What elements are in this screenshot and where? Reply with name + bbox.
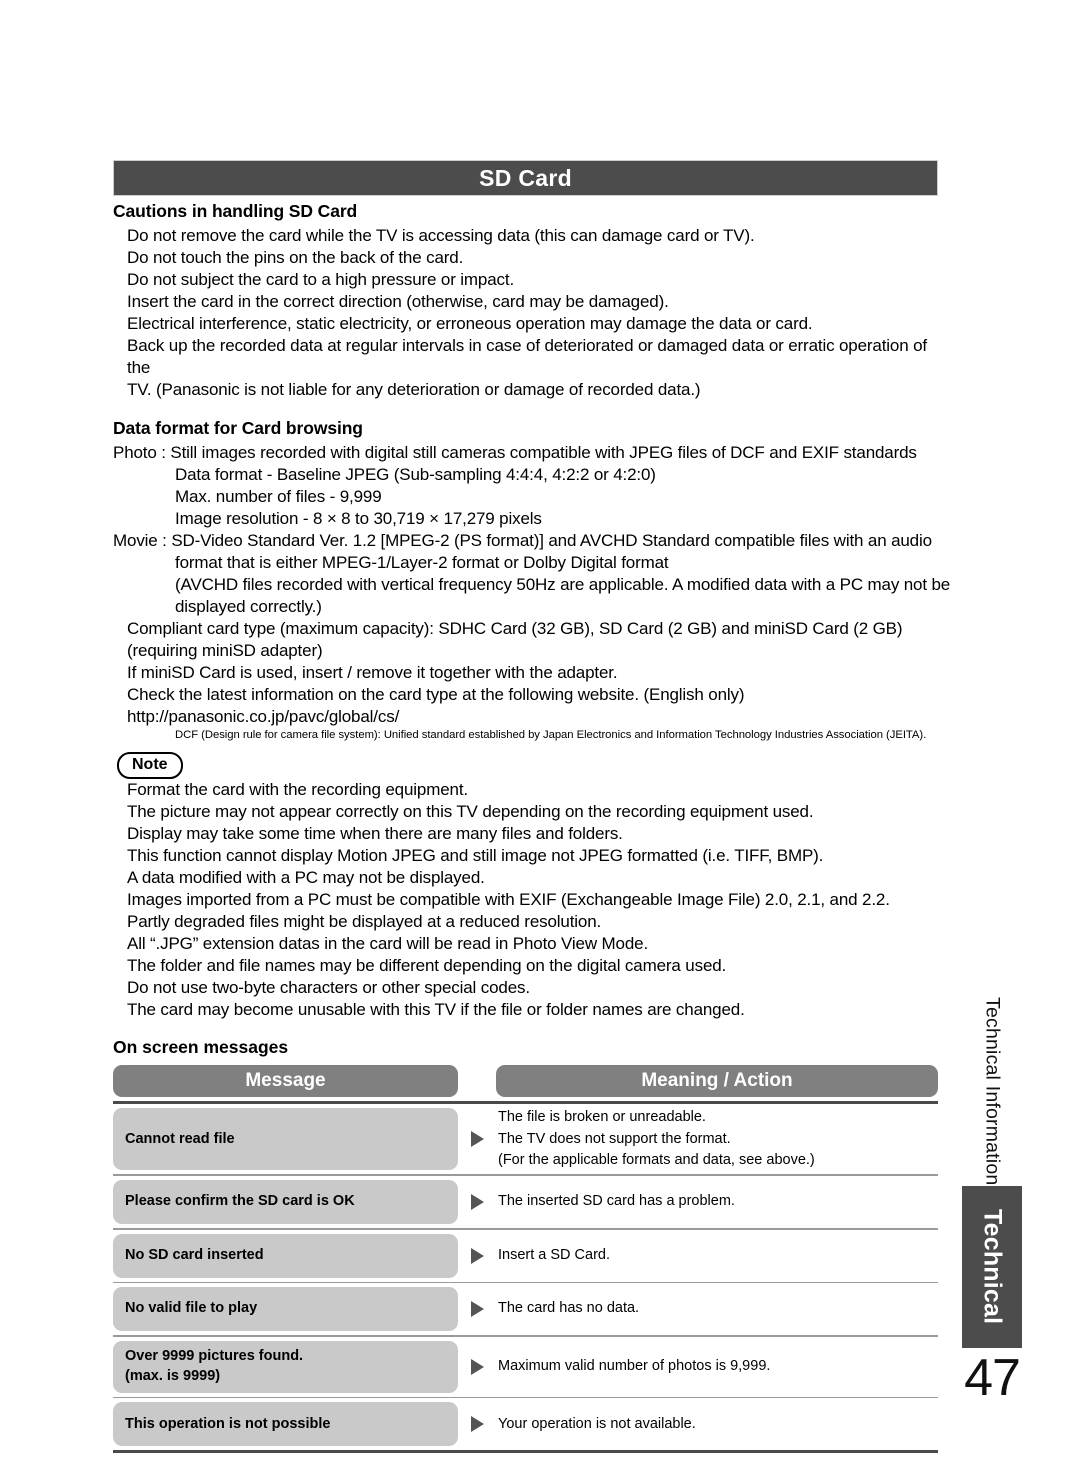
table-row: No SD card inserted Insert a SD Card. [113, 1230, 938, 1282]
page-title: SD Card [479, 164, 572, 191]
list-item: If miniSD Card is used, insert / remove … [127, 663, 618, 683]
chapter-label-text: Technical Information [981, 996, 1004, 1185]
on-screen-messages-table: Message Meaning / Action Cannot read fil… [113, 1065, 938, 1454]
message-cell: No SD card inserted [113, 1233, 458, 1278]
list-item: Compliant card type (maximum capacity): … [127, 619, 903, 639]
list-item: Insert the card in the correct direction… [127, 292, 669, 312]
list-item: Back up the recorded data at regular int… [127, 336, 927, 378]
list-item: format that is either MPEG-1/Layer-2 for… [175, 553, 669, 573]
list-item: Partly degraded files might be displayed… [127, 912, 602, 932]
list-item: Do not use two-byte characters or other … [127, 978, 530, 998]
arrow-cell [458, 1283, 496, 1335]
play-arrow-icon [470, 1247, 484, 1264]
list-item: (AVCHD files recorded with vertical freq… [175, 575, 951, 595]
column-header-message: Message [113, 1065, 458, 1098]
meaning-line: The file is broken or unreadable. [498, 1108, 706, 1125]
arrow-cell [458, 1104, 496, 1174]
meaning-cell: The card has no data. [496, 1283, 938, 1335]
arrow-cell [458, 1230, 496, 1282]
chapter-tab: Technical [962, 1186, 1022, 1348]
data-format-heading: Data format for Card browsing [113, 418, 363, 439]
meaning-cell: Maximum valid number of photos is 9,999. [496, 1337, 938, 1397]
arrow-cell [458, 1176, 496, 1228]
header-spacer [458, 1065, 496, 1097]
list-item: The picture may not appear correctly on … [127, 802, 814, 822]
section-header-bar: SD Card [113, 160, 938, 196]
table-row: No valid file to play The card has no da… [113, 1283, 938, 1335]
table-row: Cannot read file The file is broken or u… [113, 1104, 938, 1174]
play-arrow-icon [470, 1194, 484, 1211]
list-item: Check the latest information on the card… [127, 685, 745, 705]
on-screen-messages-heading: On screen messages [113, 1037, 289, 1058]
note-list: Format the card with the recording equip… [113, 779, 951, 1021]
chapter-label: Technical Information [962, 990, 1022, 1185]
meaning-cell: The file is broken or unreadable. The TV… [496, 1104, 938, 1174]
list-item: This function cannot display Motion JPEG… [127, 846, 824, 866]
list-item: The folder and file names may be differe… [127, 956, 727, 976]
meaning-line: The inserted SD card has a problem. [498, 1193, 735, 1210]
message-cell: No valid file to play [113, 1287, 458, 1332]
message-cell: This operation is not possible [113, 1402, 458, 1447]
list-item: TV. (Panasonic is not liable for any det… [127, 380, 701, 400]
list-item[interactable]: http://panasonic.co.jp/pavc/global/cs/ [113, 706, 951, 728]
list-item: Electrical interference, static electric… [127, 314, 813, 334]
message-cell: Please confirm the SD card is OK [113, 1180, 458, 1225]
list-item: Data format - Baseline JPEG (Sub-samplin… [175, 465, 656, 485]
chapter-tab-text: Technical [978, 1209, 1007, 1325]
play-arrow-icon [470, 1301, 484, 1318]
meaning-cell: The inserted SD card has a problem. [496, 1176, 938, 1228]
list-item: Do not remove the card while the TV is a… [127, 226, 755, 246]
list-item: A data modified with a PC may not be dis… [127, 868, 485, 888]
meaning-line: Insert a SD Card. [498, 1246, 611, 1263]
play-arrow-icon [470, 1131, 484, 1148]
list-item: Image resolution - 8 × 8 to 30,719 × 17,… [175, 509, 542, 529]
list-item: Do not subject the card to a high pressu… [127, 270, 515, 290]
list-item: Do not touch the pins on the back of the… [127, 248, 464, 268]
list-item: Max. number of files - 9,999 [175, 487, 382, 507]
cautions-heading: Cautions in handling SD Card [113, 201, 358, 221]
meaning-cell: Your operation is not available. [496, 1398, 938, 1450]
note-badge: Note [117, 752, 183, 780]
list-item: Movie : SD-Video Standard Ver. 1.2 [MPEG… [113, 531, 932, 551]
message-cell: Over 9999 pictures found. (max. is 9999) [113, 1340, 458, 1393]
table-bottom-rule [113, 1450, 938, 1454]
meaning-line: (For the applicable formats and data, se… [498, 1152, 815, 1169]
arrow-cell [458, 1337, 496, 1397]
dcf-footnote: DCF (Design rule for camera file system)… [175, 729, 927, 742]
table-header-row: Message Meaning / Action [113, 1065, 938, 1098]
table-row: This operation is not possible Your oper… [113, 1398, 938, 1450]
list-item: Images imported from a PC must be compat… [127, 890, 890, 910]
message-cell: Cannot read file [113, 1108, 458, 1171]
meaning-cell: Insert a SD Card. [496, 1230, 938, 1282]
main-content: Cautions in handling SD Card Do not remo… [113, 200, 951, 1454]
arrow-cell [458, 1398, 496, 1450]
play-arrow-icon [470, 1358, 484, 1375]
list-item: Display may take some time when there ar… [127, 824, 623, 844]
table-row: Please confirm the SD card is OK The ins… [113, 1176, 938, 1228]
list-item: Photo : Still images recorded with digit… [113, 443, 917, 463]
meaning-line: The card has no data. [498, 1300, 640, 1317]
meaning-line: The TV does not support the format. [498, 1130, 731, 1147]
list-item: Format the card with the recording equip… [127, 780, 468, 800]
page-number: 47 [964, 1349, 1021, 1407]
list-item: All “.JPG” extension datas in the card w… [127, 934, 649, 954]
play-arrow-icon [470, 1416, 484, 1433]
cautions-list: Do not remove the card while the TV is a… [113, 225, 951, 401]
document-page: SD Card Cautions in handling SD Card Do … [0, 0, 1080, 1478]
meaning-line: Maximum valid number of photos is 9,999. [498, 1357, 771, 1374]
data-format-list: Photo : Still images recorded with digit… [113, 442, 951, 728]
column-header-meaning: Meaning / Action [496, 1065, 938, 1098]
list-item: displayed correctly.) [175, 597, 322, 617]
list-item: The card may become unusable with this T… [127, 1000, 745, 1020]
list-item: (requiring miniSD adapter) [127, 641, 323, 661]
table-row: Over 9999 pictures found. (max. is 9999)… [113, 1337, 938, 1397]
meaning-line: Your operation is not available. [498, 1415, 696, 1432]
